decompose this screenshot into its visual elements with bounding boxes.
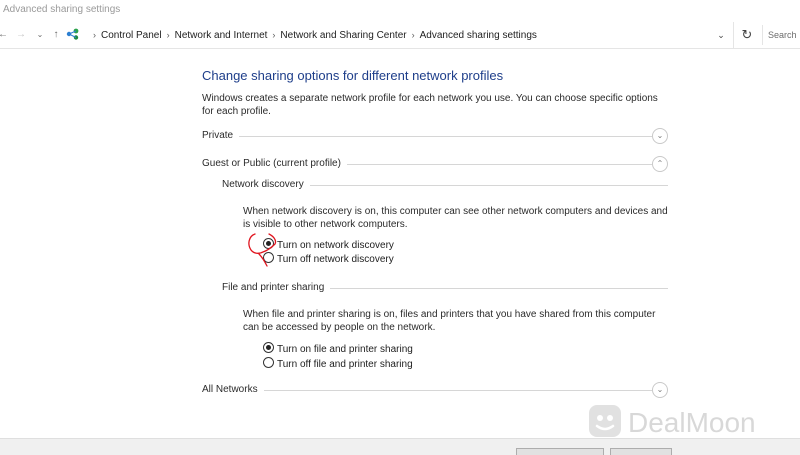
back-arrow-icon[interactable]: ← — [0, 27, 10, 43]
radio-button-checked[interactable] — [263, 342, 274, 353]
file-printer-sharing-heading: File and printer sharing — [222, 280, 331, 296]
watermark-text: DealMoon — [628, 407, 756, 438]
search-input[interactable]: Search — [762, 25, 800, 45]
advanced-sharing-settings-window: Advanced sharing settings ← → ⌄ ↑ › Contr… — [0, 0, 800, 455]
expand-chevron-down-icon[interactable]: ⌄ — [652, 128, 668, 144]
divider — [202, 136, 652, 137]
breadcrumb-network-and-sharing-center[interactable]: Network and Sharing Center — [280, 30, 406, 41]
address-dropdown-chevron-down-icon[interactable]: ⌄ — [715, 27, 727, 43]
profile-all-networks-header[interactable]: All Networks ⌄ — [202, 382, 668, 398]
divider — [202, 390, 652, 391]
radio-label[interactable]: Turn off network discovery — [277, 254, 394, 265]
breadcrumb-network-and-internet[interactable]: Network and Internet — [175, 30, 268, 41]
file-printer-sharing-header: File and printer sharing — [222, 280, 668, 296]
radio-network-discovery-off[interactable]: Turn off network discovery — [263, 252, 394, 266]
profile-private-header[interactable]: Private ⌄ — [202, 128, 668, 144]
red-annotation-circle — [248, 233, 277, 267]
refresh-icon[interactable]: ↻ — [733, 22, 760, 48]
breadcrumb-control-panel[interactable]: Control Panel — [101, 30, 162, 41]
intro-text: Windows creates a separate network profi… — [202, 93, 658, 117]
window-title: Advanced sharing settings — [3, 4, 121, 15]
recent-locations-chevron-down-icon[interactable]: ⌄ — [33, 27, 47, 43]
profile-guest-public-label: Guest or Public (current profile) — [202, 156, 347, 172]
network-icon — [66, 28, 79, 40]
network-discovery-header: Network discovery — [222, 177, 668, 193]
radio-network-discovery-on[interactable]: Turn on network discovery — [263, 238, 394, 252]
collapse-chevron-up-icon[interactable]: ⌃ — [652, 156, 668, 172]
forward-arrow-icon[interactable]: → — [14, 27, 28, 43]
page-title: Change sharing options for different net… — [202, 68, 504, 83]
breadcrumb: › Control Panel › Network and Internet › Netw… — [66, 22, 537, 48]
up-arrow-icon[interactable]: ↑ — [49, 27, 63, 43]
radio-label[interactable]: Turn on network discovery — [277, 240, 394, 251]
network-discovery-heading: Network discovery — [222, 177, 310, 193]
save-changes-button[interactable] — [516, 448, 604, 455]
cancel-button[interactable] — [610, 448, 672, 455]
profile-private-label: Private — [202, 128, 240, 144]
radio-file-sharing-off[interactable]: Turn off file and printer sharing — [263, 357, 413, 371]
file-printer-sharing-description: When file and printer sharing is on, fil… — [243, 309, 656, 333]
radio-label[interactable]: Turn on file and printer sharing — [277, 344, 413, 355]
dealmoon-logo-icon — [589, 405, 621, 437]
profile-guest-public-header[interactable]: Guest or Public (current profile) ⌃ — [202, 156, 668, 172]
breadcrumb-separator-icon: › — [93, 30, 96, 40]
radio-button-unchecked[interactable] — [263, 357, 274, 368]
radio-file-sharing-on[interactable]: Turn on file and printer sharing — [263, 342, 413, 356]
watermark: DealMoon — [588, 403, 756, 443]
address-bar: ← → ⌄ ↑ › Control Panel › Network and Inter… — [0, 22, 800, 49]
profile-all-networks-label: All Networks — [202, 382, 264, 398]
breadcrumb-separator-icon: › — [272, 30, 276, 40]
radio-label[interactable]: Turn off file and printer sharing — [277, 359, 413, 370]
breadcrumb-advanced-sharing-settings[interactable]: Advanced sharing settings — [420, 30, 537, 41]
expand-chevron-down-icon[interactable]: ⌄ — [652, 382, 668, 398]
breadcrumb-separator-icon: › — [411, 30, 415, 40]
breadcrumb-separator-icon: › — [166, 30, 170, 40]
network-discovery-description: When network discovery is on, this compu… — [243, 206, 668, 230]
main-content: Change sharing options for different net… — [0, 48, 800, 438]
